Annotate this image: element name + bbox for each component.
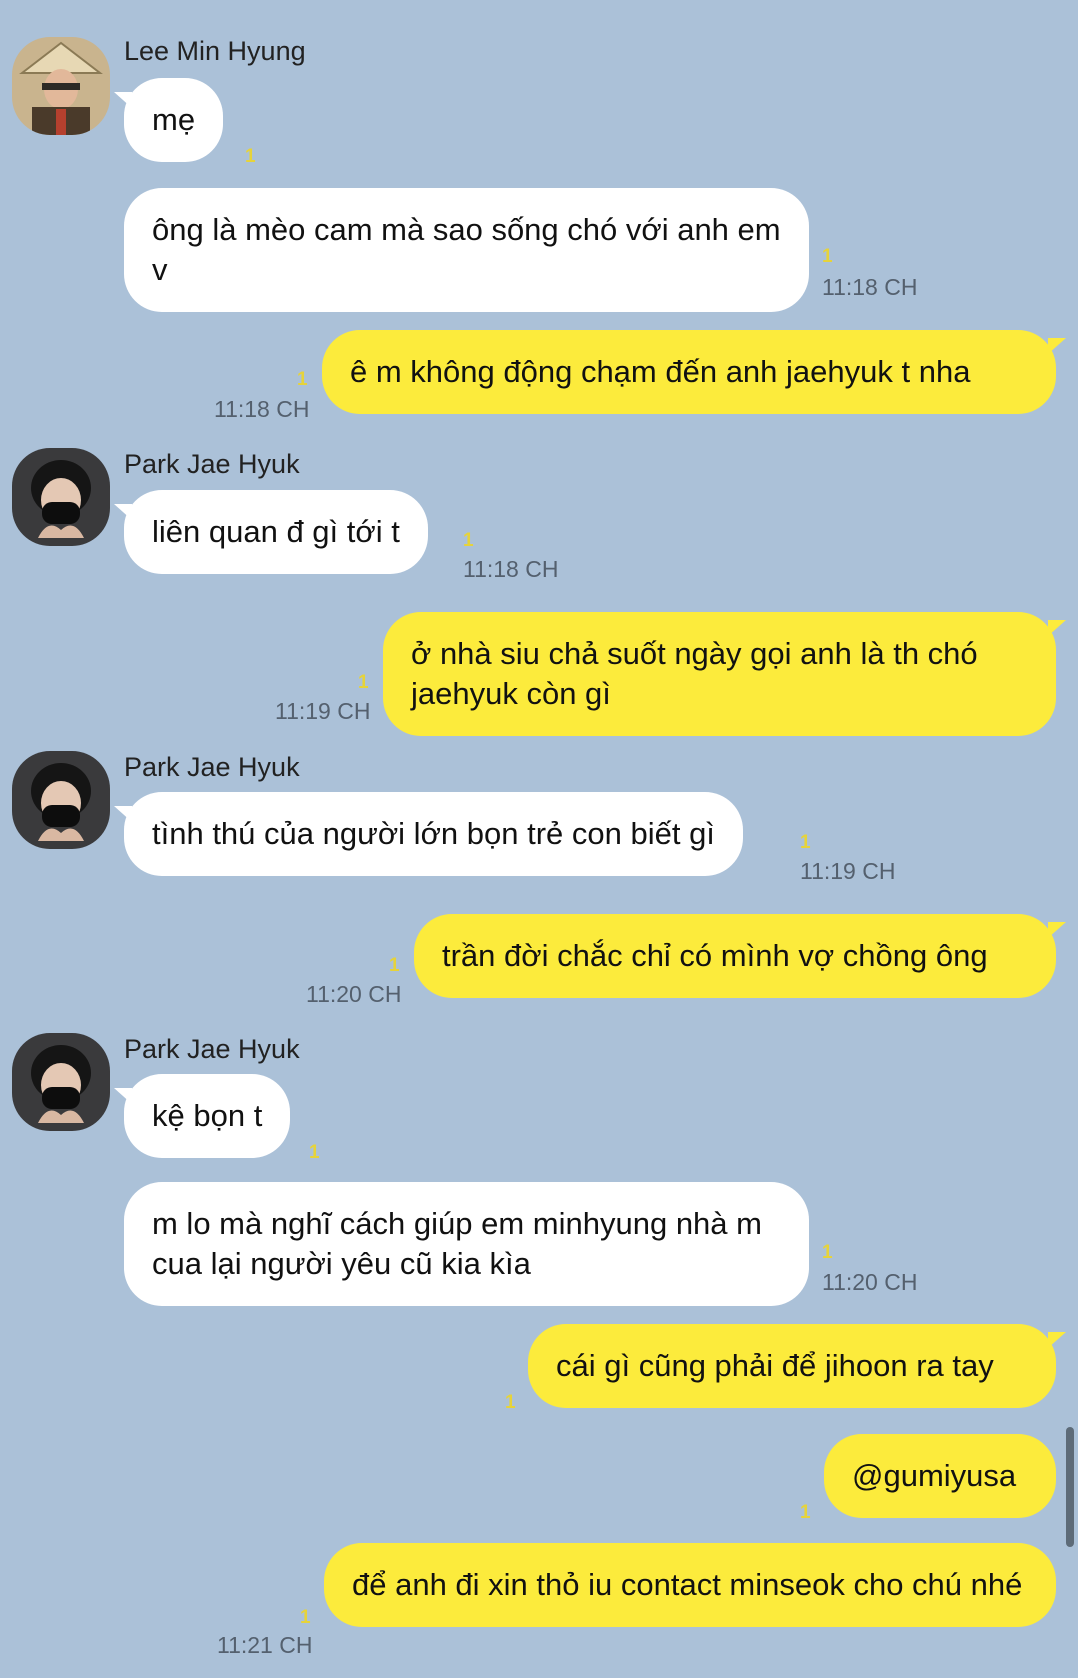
message-bubble[interactable]: m lo mà nghĩ cách giúp em minhyung nhà m…: [124, 1182, 809, 1306]
unread-count: 1: [309, 1142, 320, 1163]
unread-count: 1: [505, 1392, 516, 1413]
message-time: 11:20 CH: [822, 1269, 918, 1295]
unread-count: 1: [245, 146, 256, 167]
message-text: ở nhà siu chả suốt ngày gọi anh là th ch…: [411, 636, 978, 711]
message-time: 11:19 CH: [800, 858, 896, 884]
unread-count: 1: [822, 246, 833, 267]
sender-name-park-jae-hyuk: Park Jae Hyuk: [124, 752, 300, 782]
message-text: ê m không động chạm đến anh jaehyuk t nh…: [350, 354, 971, 389]
avatar-park-jae-hyuk[interactable]: [12, 1033, 110, 1131]
message-bubble[interactable]: tình thú của người lớn bọn trẻ con biết …: [114, 792, 743, 876]
message-time: 11:20 CH: [306, 981, 402, 1007]
message-text: m lo mà nghĩ cách giúp em minhyung nhà m…: [152, 1206, 762, 1281]
avatar-park-jae-hyuk[interactable]: [12, 751, 110, 849]
unread-count: 1: [800, 832, 811, 853]
message-bubble[interactable]: cái gì cũng phải để jihoon ra tay: [528, 1324, 1066, 1408]
message-bubble[interactable]: ông là mèo cam mà sao sống chó với anh e…: [124, 188, 809, 312]
message-time: 11:18 CH: [822, 274, 918, 300]
unread-count: 1: [822, 1242, 833, 1263]
message-text: kệ bọn t: [152, 1098, 263, 1133]
sender-name-park-jae-hyuk: Park Jae Hyuk: [124, 1034, 300, 1064]
message-text: trần đời chắc chỉ có mình vợ chồng ông: [442, 938, 988, 973]
message-text: liên quan đ gì tới t: [152, 514, 400, 549]
message-text: ông là mèo cam mà sao sống chó với anh e…: [152, 212, 781, 287]
message-time: 11:19 CH: [275, 698, 371, 724]
unread-count: 1: [800, 1502, 811, 1523]
message-text: tình thú của người lớn bọn trẻ con biết …: [152, 816, 715, 851]
message-bubble[interactable]: mẹ: [113, 78, 224, 162]
unread-count: 1: [389, 955, 400, 976]
message-bubble[interactable]: để anh đi xin thỏ iu contact minseok cho…: [324, 1543, 1056, 1627]
message-time: 11:18 CH: [463, 556, 559, 582]
message-time: 11:18 CH: [214, 396, 310, 422]
avatar-park-jae-hyuk[interactable]: [12, 448, 110, 546]
message-text: @gumiyusa: [852, 1458, 1017, 1493]
unread-count: 1: [300, 1607, 311, 1628]
message-bubble[interactable]: kệ bọn t: [113, 1074, 291, 1158]
message-text: mẹ: [152, 102, 196, 137]
chat-view: Lee Min Hyung mẹ 1 ông là mèo cam mà sao…: [0, 0, 1078, 1678]
avatar-lee-min-hyung[interactable]: [12, 37, 110, 135]
message-bubble[interactable]: liên quan đ gì tới t: [114, 490, 428, 574]
message-text: cái gì cũng phải để jihoon ra tay: [556, 1348, 994, 1383]
sender-name-lee-min-hyung: Lee Min Hyung: [124, 36, 306, 66]
scrollbar-thumb[interactable]: [1066, 1427, 1074, 1547]
message-bubble[interactable]: ê m không động chạm đến anh jaehyuk t nh…: [322, 330, 1066, 414]
message-bubble[interactable]: trần đời chắc chỉ có mình vợ chồng ông: [414, 914, 1066, 998]
unread-count: 1: [358, 672, 369, 693]
unread-count: 1: [297, 369, 308, 390]
sender-name-park-jae-hyuk: Park Jae Hyuk: [124, 449, 300, 479]
message-text: để anh đi xin thỏ iu contact minseok cho…: [352, 1567, 1023, 1602]
unread-count: 1: [463, 530, 474, 551]
message-time: 11:21 CH: [217, 1632, 313, 1658]
message-bubble[interactable]: ở nhà siu chả suốt ngày gọi anh là th ch…: [383, 612, 1066, 736]
message-bubble[interactable]: @gumiyusa: [824, 1434, 1056, 1518]
